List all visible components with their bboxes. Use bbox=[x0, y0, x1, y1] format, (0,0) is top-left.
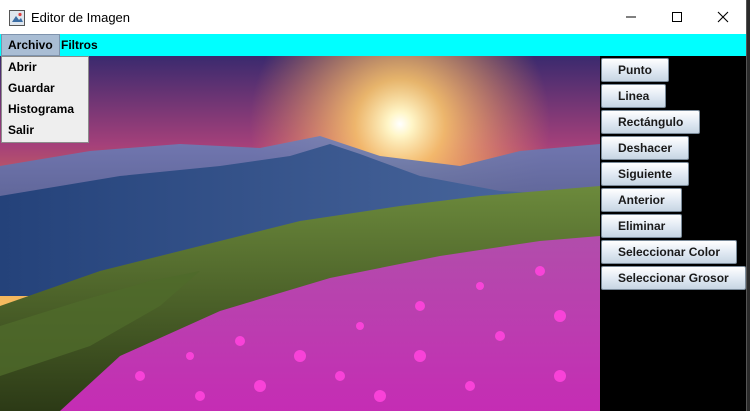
java-app-icon bbox=[9, 10, 25, 26]
close-button[interactable] bbox=[700, 0, 746, 34]
maximize-icon bbox=[672, 12, 682, 22]
menu-bar: Archivo Filtros bbox=[0, 34, 746, 56]
menu-archivo[interactable]: Archivo bbox=[1, 34, 60, 56]
minimize-icon bbox=[626, 16, 636, 18]
landscape-image bbox=[0, 56, 600, 411]
title-bar: Editor de Imagen bbox=[0, 0, 746, 34]
previous-button[interactable]: Anterior bbox=[601, 188, 682, 212]
menu-item-salir[interactable]: Salir bbox=[2, 120, 88, 141]
editor-window: Editor de Imagen Archivo Filtros Abrir G… bbox=[0, 0, 747, 411]
window-title: Editor de Imagen bbox=[31, 10, 131, 25]
select-color-button[interactable]: Seleccionar Color bbox=[601, 240, 738, 264]
tool-linea-button[interactable]: Linea bbox=[601, 84, 667, 108]
next-button[interactable]: Siguiente bbox=[601, 162, 690, 186]
menu-item-abrir[interactable]: Abrir bbox=[2, 57, 88, 78]
undo-button[interactable]: Deshacer bbox=[601, 136, 690, 160]
menu-filtros[interactable]: Filtros bbox=[55, 34, 104, 56]
minimize-button[interactable] bbox=[608, 0, 654, 34]
select-thickness-button[interactable]: Seleccionar Grosor bbox=[601, 266, 746, 290]
menu-item-guardar[interactable]: Guardar bbox=[2, 78, 88, 99]
image-canvas[interactable] bbox=[0, 56, 600, 411]
close-icon bbox=[717, 11, 729, 23]
maximize-button[interactable] bbox=[654, 0, 700, 34]
archivo-dropdown-menu: Abrir Guardar Histograma Salir bbox=[1, 56, 89, 143]
tool-rectangulo-button[interactable]: Rectángulo bbox=[601, 110, 701, 134]
menu-item-histograma[interactable]: Histograma bbox=[2, 99, 88, 120]
delete-button[interactable]: Eliminar bbox=[601, 214, 683, 238]
tool-punto-button[interactable]: Punto bbox=[601, 58, 669, 82]
